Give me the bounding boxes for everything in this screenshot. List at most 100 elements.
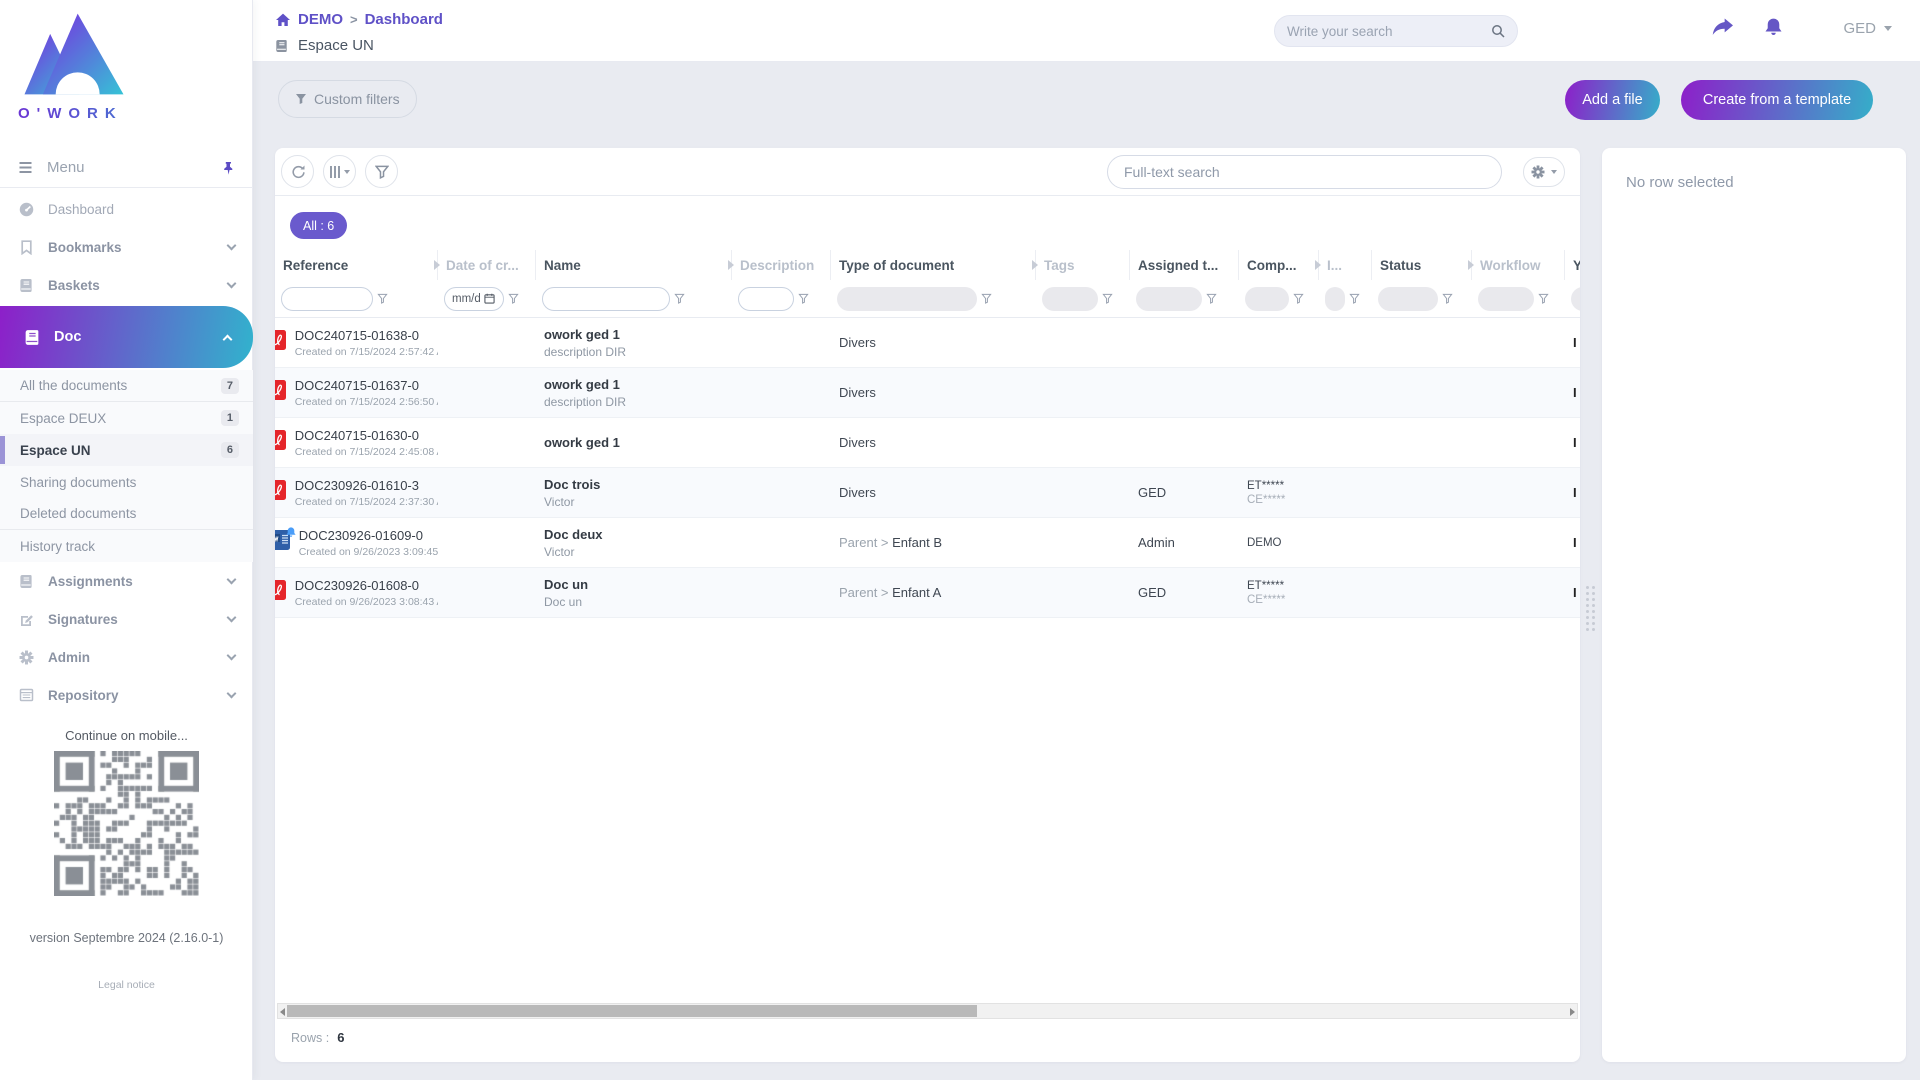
cell-tags (1036, 368, 1130, 417)
signature-pen-icon (18, 612, 34, 627)
filter-date-input[interactable]: mm/d (444, 287, 504, 311)
sort-arrow-icon[interactable] (1032, 260, 1038, 270)
funnel-icon[interactable] (1349, 293, 1360, 304)
document-type: Parent > Enfant B (839, 535, 1036, 550)
column-header-tags[interactable]: Tags (1036, 250, 1130, 280)
funnel-icon[interactable] (377, 293, 388, 304)
column-header-date-of-cr[interactable]: Date of cr... (438, 250, 536, 280)
column-header-description[interactable]: Description (732, 250, 831, 280)
column-header-workflow[interactable]: Workflow (1472, 250, 1565, 280)
sidebar-item-signatures[interactable]: Signatures (0, 600, 253, 638)
bell-icon[interactable] (1763, 17, 1784, 38)
table-row[interactable]: DOC230926-01610-3Created on 7/15/2024 2:… (275, 468, 1580, 518)
count-badge: 1 (221, 410, 239, 426)
home-icon[interactable] (275, 13, 291, 27)
sort-arrow-icon[interactable] (1315, 260, 1321, 270)
scrollbar-thumb[interactable] (287, 1005, 977, 1017)
funnel-icon[interactable] (1206, 293, 1217, 304)
column-header-type-of-document[interactable]: Type of document (831, 250, 1036, 280)
cell-y: I (1565, 518, 1580, 567)
sort-arrow-icon[interactable] (434, 260, 440, 270)
sidebar-subitem-espace-un[interactable]: Espace UN6 (0, 434, 253, 466)
filter-cell-workflow (1472, 280, 1565, 317)
table-row[interactable]: DOC230926-01609-0Created on 9/26/2023 3:… (275, 518, 1580, 568)
sidebar-item-dashboard[interactable]: Dashboard (0, 190, 253, 228)
funnel-icon[interactable] (1538, 293, 1549, 304)
horizontal-scrollbar[interactable] (277, 1003, 1578, 1019)
column-header-name[interactable]: Name (536, 250, 732, 280)
sidebar-item-bookmarks[interactable]: Bookmarks (0, 228, 253, 266)
sidebar-subitem-all-the-documents[interactable]: All the documents7 (0, 370, 253, 402)
user-menu[interactable]: GED (1843, 20, 1892, 37)
column-header-comp[interactable]: Comp... (1239, 250, 1319, 280)
sidebar-subitem-sharing-documents[interactable]: Sharing documents (0, 466, 253, 498)
logo: O'WORK (0, 0, 252, 122)
sidebar-item-baskets[interactable]: Baskets (0, 266, 253, 304)
fulltext-search-input[interactable] (1124, 164, 1485, 180)
space-title: Espace UN (298, 37, 374, 54)
table-row[interactable]: DOC240715-01638-0Created on 7/15/2024 2:… (275, 318, 1580, 368)
cell-workflow (1472, 368, 1565, 417)
scroll-right-arrow-icon[interactable] (1570, 1008, 1575, 1016)
document-reference: DOC240715-01638-0 (295, 328, 438, 343)
cell-y: I (1565, 418, 1580, 467)
sidebar-subitem-history-track[interactable]: History track (0, 530, 253, 562)
sidebar-item-assignments[interactable]: Assignments (0, 562, 253, 600)
search-icon[interactable] (1491, 24, 1505, 38)
custom-filters-button[interactable]: Custom filters (278, 80, 417, 118)
sidebar-item-doc[interactable]: Doc (0, 306, 253, 368)
calendar-icon (484, 293, 495, 304)
add-file-button[interactable]: Add a file (1565, 80, 1660, 120)
pin-icon[interactable] (222, 161, 235, 175)
funnel-icon[interactable] (508, 293, 519, 304)
table-row[interactable]: DOC240715-01630-0Created on 7/15/2024 2:… (275, 418, 1580, 468)
cell-i (1319, 368, 1372, 417)
refresh-button[interactable] (281, 155, 314, 188)
column-header-reference[interactable]: Reference (275, 250, 438, 280)
columns-button[interactable] (323, 155, 356, 188)
table-settings-button[interactable] (1523, 157, 1565, 187)
breadcrumb-separator: > (350, 12, 358, 27)
tab-all-documents[interactable]: All : 6 (290, 212, 347, 239)
column-header-status[interactable]: Status (1372, 250, 1472, 280)
funnel-icon[interactable] (1102, 293, 1113, 304)
funnel-icon[interactable] (1442, 293, 1453, 304)
sidebar-subitem-label: History track (20, 539, 95, 554)
column-header-i[interactable]: I... (1319, 250, 1372, 280)
column-header-y[interactable]: Y... (1565, 250, 1580, 280)
filter-button[interactable] (365, 155, 398, 188)
column-header-assigned-t[interactable]: Assigned t... (1130, 250, 1239, 280)
funnel-icon[interactable] (798, 293, 809, 304)
panel-resize-handle[interactable] (1586, 586, 1595, 631)
sort-arrow-icon[interactable] (1468, 260, 1474, 270)
filter-description-input[interactable] (738, 287, 794, 311)
filter-cell-assigned-t (1130, 280, 1239, 317)
funnel-icon[interactable] (981, 293, 992, 304)
document-type: Divers (839, 435, 1036, 450)
filter-name-input[interactable] (542, 287, 670, 311)
filter-reference-input[interactable] (281, 287, 373, 311)
scroll-left-arrow-icon[interactable] (280, 1008, 285, 1016)
create-from-template-button[interactable]: Create from a template (1681, 80, 1873, 120)
breadcrumb-root[interactable]: DEMO (298, 11, 343, 28)
funnel-icon[interactable] (674, 293, 685, 304)
sidebar-item-repository[interactable]: Repository (0, 676, 253, 714)
breadcrumb-current[interactable]: Dashboard (365, 11, 443, 28)
legal-notice-link[interactable]: Legal notice (98, 979, 155, 991)
table-row[interactable]: DOC230926-01608-0Created on 9/26/2023 3:… (275, 568, 1580, 618)
cell-name: owork ged 1 (536, 418, 732, 467)
hamburger-icon[interactable] (18, 161, 33, 174)
cell-company (1239, 418, 1319, 467)
table-row[interactable]: DOC240715-01637-0Created on 7/15/2024 2:… (275, 368, 1580, 418)
share-forward-icon[interactable] (1711, 17, 1734, 37)
global-search-input[interactable] (1287, 24, 1491, 39)
sort-arrow-icon[interactable] (728, 260, 734, 270)
caret-down-icon (344, 170, 350, 174)
sidebar-subitem-deleted-documents[interactable]: Deleted documents (0, 498, 253, 530)
sidebar-subitem-espace-deux[interactable]: Espace DEUX1 (0, 402, 253, 434)
sidebar-item-admin[interactable]: Admin (0, 638, 253, 676)
funnel-icon[interactable] (1293, 293, 1304, 304)
cell-description (732, 418, 831, 467)
filter-cell-reference (275, 280, 438, 317)
cell-reference: DOC230926-01610-3Created on 7/15/2024 2:… (275, 468, 438, 517)
